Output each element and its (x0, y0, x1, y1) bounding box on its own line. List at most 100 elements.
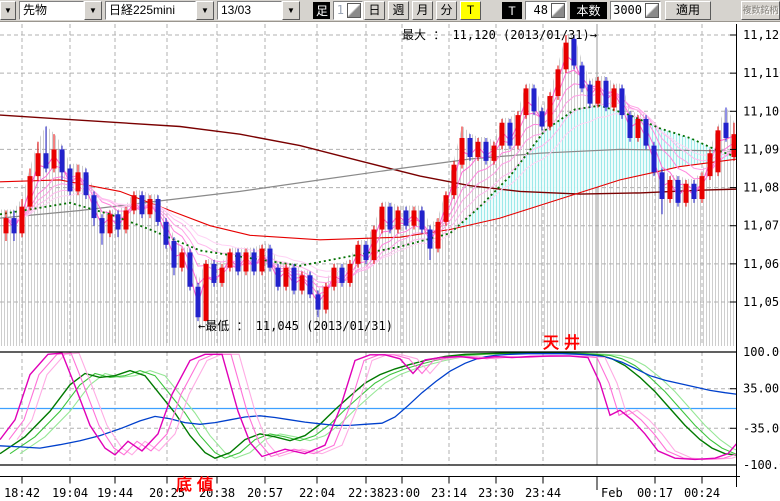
interval-spin-button-icon[interactable] (347, 3, 361, 18)
interval-spinner[interactable]: 1 (333, 1, 363, 20)
bar-count-spin-button-icon[interactable] (645, 3, 659, 18)
candle-body (372, 230, 377, 261)
contract-month-combobox[interactable]: 13/03 ▼ (217, 1, 300, 20)
candle-body (444, 195, 449, 222)
candle-body (588, 85, 593, 104)
main-price-pane (0, 24, 737, 346)
candle-body (692, 184, 697, 199)
candle-body (420, 210, 425, 229)
candle-body (300, 275, 305, 290)
symbol-dropdown-arrow-icon[interactable]: ▼ (196, 1, 214, 20)
candle-body (668, 180, 673, 199)
multi-symbol-button-disabled: 複数銘柄 (741, 1, 780, 20)
candle-body (116, 214, 121, 229)
candle-body (732, 134, 737, 157)
price-and-oscillator-chart[interactable]: 11,12011,11011,10011,09011,08011,07011,0… (0, 0, 780, 501)
candle-body (188, 252, 193, 286)
candle-body (700, 176, 705, 199)
bar-count-spinner[interactable]: 3000 (610, 1, 661, 20)
candle-body (644, 119, 649, 146)
candle-body (676, 180, 681, 203)
category-combobox[interactable]: 先物 ▼ (19, 1, 102, 20)
candle-body (500, 123, 505, 146)
symbol-value: 日経225mini (105, 1, 196, 20)
candle-body (396, 210, 401, 229)
candle-body (628, 115, 633, 138)
candle-body (284, 268, 289, 287)
candle-body (708, 153, 713, 176)
oscillator-axis-label: -100.00 (743, 458, 780, 472)
tick-size-spinner[interactable]: 48 (525, 1, 567, 20)
candle-body (404, 210, 409, 225)
candle-body (388, 207, 393, 230)
candle-body (460, 138, 465, 165)
candle-body (308, 275, 313, 294)
candle-body (204, 264, 209, 321)
candle-body (612, 88, 617, 107)
price-axis-label: 11,080 (743, 181, 780, 195)
candle-body (140, 195, 145, 214)
candle-body (524, 88, 529, 115)
time-axis-label: 22:38 (348, 486, 384, 500)
candle-body (356, 245, 361, 264)
candle-body (68, 169, 73, 192)
candle-body (220, 268, 225, 283)
oscillator-axis-label: -35.00 (743, 421, 780, 435)
time-axis-label: 23:30 (478, 486, 514, 500)
interval-value: 1 (334, 2, 346, 19)
candle-body (684, 184, 689, 203)
candle-body (260, 249, 265, 272)
time-axis-label: 19:44 (97, 486, 133, 500)
price-axis-label: 11,090 (743, 142, 780, 156)
candle-body (60, 149, 65, 172)
oscillator-axis-label: 100.00 (743, 345, 780, 359)
candle-body (340, 268, 345, 283)
contract-month-value: 13/03 (217, 1, 282, 20)
period-month-button[interactable]: 月 (412, 1, 433, 20)
period-week-button[interactable]: 週 (388, 1, 409, 20)
candle-body (132, 195, 137, 210)
candle-body (652, 146, 657, 173)
candle-body (172, 241, 177, 268)
period-tick-button-active[interactable]: T (460, 1, 481, 20)
candle-body (548, 96, 553, 127)
candle-body (348, 264, 353, 283)
candle-body (580, 66, 585, 89)
candle-body (484, 142, 489, 161)
category-dropdown-arrow-icon[interactable]: ▼ (84, 1, 102, 20)
candle-body (316, 294, 321, 309)
candle-body (164, 222, 169, 245)
time-axis-label: 18:42 (4, 486, 40, 500)
time-axis-label: 20:57 (247, 486, 283, 500)
candle-body (428, 230, 433, 249)
candle-body (436, 222, 441, 249)
category-value: 先物 (19, 1, 84, 20)
period-minute-button[interactable]: 分 (436, 1, 457, 20)
time-axis-label: Feb (601, 486, 623, 500)
tick-size-spin-button-icon[interactable] (551, 3, 565, 18)
apply-button[interactable]: 適用 (665, 1, 711, 20)
candle-body (620, 88, 625, 115)
mini-dropdown-button[interactable]: ▼ (0, 1, 16, 20)
candle-body (148, 199, 153, 214)
candle-body (492, 146, 497, 161)
period-day-button[interactable]: 日 (364, 1, 385, 20)
candle-body (108, 214, 113, 233)
time-axis-label: 19:04 (52, 486, 88, 500)
candle-body (20, 207, 25, 234)
candle-body (532, 88, 537, 111)
candle-body (4, 218, 9, 233)
contract-dropdown-arrow-icon[interactable]: ▼ (282, 1, 300, 20)
candle-body (332, 268, 337, 287)
candle-body (100, 218, 105, 233)
candle-body (508, 123, 513, 146)
symbol-combobox[interactable]: 日経225mini ▼ (105, 1, 214, 20)
bar-type-label: 足 (313, 2, 330, 19)
candle-body (292, 268, 297, 291)
candle-body (452, 165, 457, 196)
price-axis-label: 11,070 (743, 219, 780, 233)
candle-body (636, 119, 641, 138)
candle-body (412, 210, 417, 225)
candle-body (252, 252, 257, 271)
time-axis-label: 00:17 (637, 486, 673, 500)
